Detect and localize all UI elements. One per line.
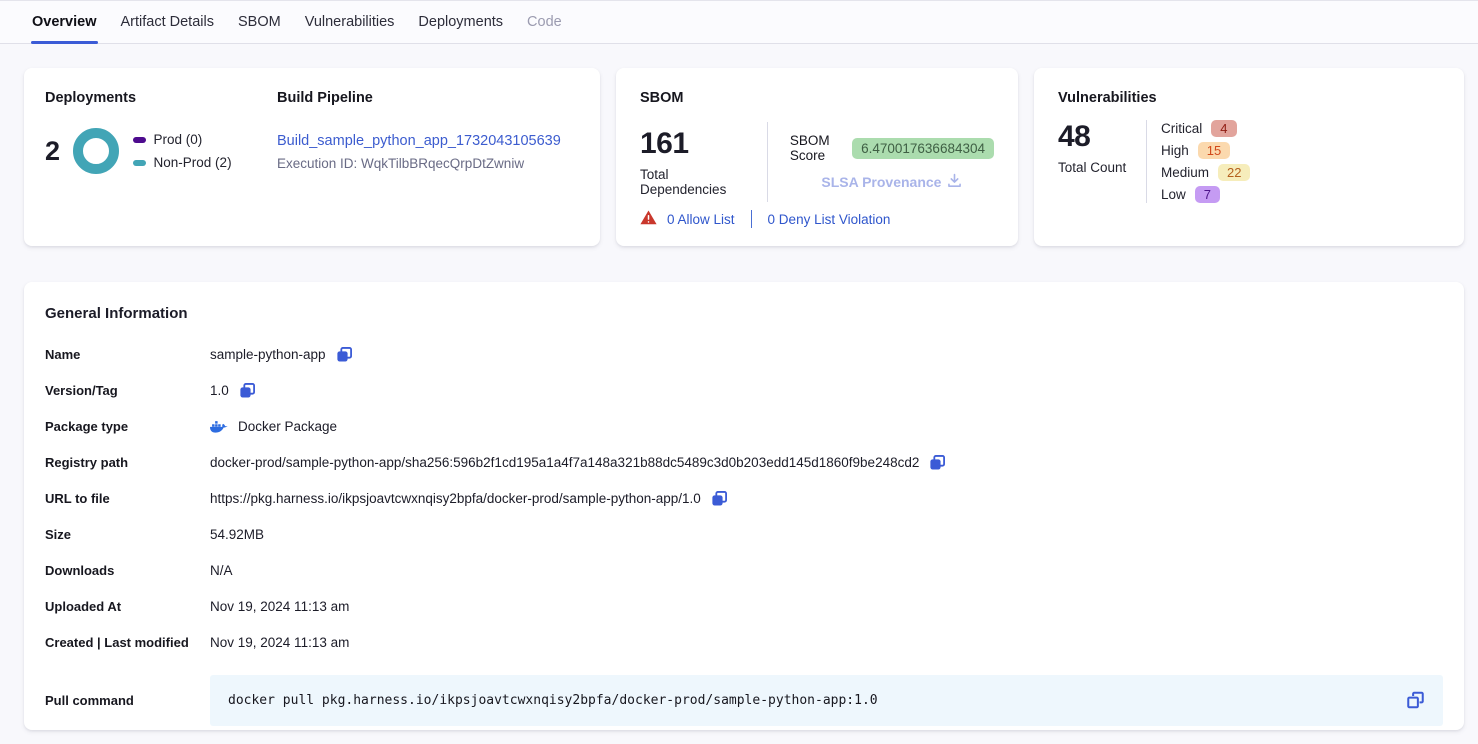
severity-list: Critical 4 High 15 Medium 22 Low 7 [1161, 120, 1250, 203]
sbom-links-separator [751, 210, 752, 228]
build-pipeline-link[interactable]: Build_sample_python_app_1732043105639 [277, 133, 561, 149]
version-tag-value: 1.0 [210, 383, 229, 398]
deployments-card: Deployments 2 Prod (0) Non-Prod (2) Buil… [24, 68, 600, 246]
pull-command-box: docker pull pkg.harness.io/ikpsjoavtcwxn… [210, 675, 1443, 726]
low-count-badge: 7 [1195, 186, 1220, 203]
legend-item-prod: Prod (0) [133, 132, 232, 147]
severity-row-critical: Critical 4 [1161, 120, 1250, 137]
vulnerabilities-total-count: 48 [1058, 120, 1146, 153]
registry-path-value: docker-prod/sample-python-app/sha256:596… [210, 455, 919, 470]
created-modified-value: Nov 19, 2024 11:13 am [210, 635, 349, 650]
critical-label: Critical [1161, 121, 1202, 136]
critical-count-badge: 4 [1211, 120, 1236, 137]
sbom-title: SBOM [640, 90, 994, 106]
slsa-provenance-label: SLSA Provenance [821, 174, 941, 190]
medium-label: Medium [1161, 165, 1209, 180]
tab-artifact-details[interactable]: Artifact Details [109, 1, 226, 43]
vulnerabilities-card: Vulnerabilities 48 Total Count Critical … [1034, 68, 1464, 246]
execution-id-text: Execution ID: WqkTilbBRqecQrpDtZwniw [277, 156, 561, 171]
tab-code[interactable]: Code [515, 1, 574, 43]
sbom-stats: 161 Total Dependencies [640, 127, 745, 197]
name-value: sample-python-app [210, 347, 326, 362]
package-type-value: Docker Package [238, 419, 337, 434]
docker-whale-icon [210, 420, 228, 434]
sbom-total-label: Total Dependencies [640, 167, 745, 197]
download-icon [947, 173, 962, 191]
general-information-card: General Information Name sample-python-a… [24, 282, 1464, 730]
row-size: Size 54.92MB [45, 524, 1443, 545]
legend-item-nonprod: Non-Prod (2) [133, 155, 232, 170]
prod-legend-label: Prod (0) [154, 132, 203, 147]
low-label: Low [1161, 187, 1186, 202]
severity-row-medium: Medium 22 [1161, 164, 1250, 181]
medium-count-badge: 22 [1218, 164, 1250, 181]
vulnerabilities-total-label: Total Count [1058, 160, 1146, 175]
row-package-type: Package type Docker Package [45, 416, 1443, 437]
copy-icon[interactable] [929, 454, 946, 471]
url-to-file-label: URL to file [45, 491, 210, 506]
copy-icon[interactable] [1406, 691, 1425, 710]
row-created-modified: Created | Last modified Nov 19, 2024 11:… [45, 632, 1443, 653]
copy-icon[interactable] [239, 382, 256, 399]
name-label: Name [45, 347, 210, 362]
size-value: 54.92MB [210, 527, 264, 542]
severity-row-high: High 15 [1161, 142, 1250, 159]
registry-path-label: Registry path [45, 455, 210, 470]
copy-icon[interactable] [336, 346, 353, 363]
row-downloads: Downloads N/A [45, 560, 1443, 581]
deny-list-violation-link[interactable]: 0 Deny List Violation [768, 212, 891, 227]
copy-icon[interactable] [711, 490, 728, 507]
general-information-title: General Information [45, 305, 1443, 322]
row-version-tag: Version/Tag 1.0 [45, 380, 1443, 401]
tab-bar: Overview Artifact Details SBOM Vulnerabi… [0, 0, 1478, 44]
package-type-label: Package type [45, 419, 210, 434]
nonprod-legend-dot [133, 160, 146, 166]
row-name: Name sample-python-app [45, 344, 1443, 365]
sbom-total-dependencies-count: 161 [640, 127, 745, 160]
deployments-legend: Prod (0) Non-Prod (2) [133, 132, 232, 170]
vulnerabilities-divider [1146, 120, 1147, 203]
pull-command-label: Pull command [45, 693, 210, 708]
sbom-score-badge: 6.470017636684304 [852, 138, 994, 159]
row-registry-path: Registry path docker-prod/sample-python-… [45, 452, 1443, 473]
slsa-provenance-link[interactable]: SLSA Provenance [821, 173, 962, 191]
prod-legend-dot [133, 137, 146, 143]
sbom-card: SBOM 161 Total Dependencies SBOM Score 6… [616, 68, 1018, 246]
build-pipeline-section: Build Pipeline Build_sample_python_app_1… [277, 90, 561, 224]
summary-cards-row: Deployments 2 Prod (0) Non-Prod (2) Buil… [0, 44, 1478, 246]
row-pull-command: Pull command docker pull pkg.harness.io/… [45, 675, 1443, 726]
row-url-to-file: URL to file https://pkg.harness.io/ikpsj… [45, 488, 1443, 509]
vulnerabilities-stats: 48 Total Count [1058, 120, 1146, 203]
uploaded-at-label: Uploaded At [45, 599, 210, 614]
deployments-section: Deployments 2 Prod (0) Non-Prod (2) [45, 90, 277, 224]
deployments-title: Deployments [45, 90, 277, 106]
version-tag-label: Version/Tag [45, 383, 210, 398]
tab-deployments[interactable]: Deployments [406, 1, 515, 43]
sbom-score-label: SBOM Score [790, 133, 842, 163]
pull-command-text: docker pull pkg.harness.io/ikpsjoavtcwxn… [228, 693, 878, 708]
downloads-label: Downloads [45, 563, 210, 578]
high-count-badge: 15 [1198, 142, 1230, 159]
created-modified-label: Created | Last modified [45, 635, 210, 650]
size-label: Size [45, 527, 210, 542]
tab-sbom[interactable]: SBOM [226, 1, 293, 43]
deployments-donut-chart [73, 128, 119, 174]
sbom-divider [767, 122, 768, 202]
allow-list-link[interactable]: 0 Allow List [667, 212, 735, 227]
warning-triangle-icon [640, 210, 657, 228]
uploaded-at-value: Nov 19, 2024 11:13 am [210, 599, 349, 614]
vulnerabilities-title: Vulnerabilities [1058, 90, 1440, 106]
url-to-file-value: https://pkg.harness.io/ikpsjoavtcwxnqisy… [210, 491, 701, 506]
tab-vulnerabilities[interactable]: Vulnerabilities [293, 1, 407, 43]
nonprod-legend-label: Non-Prod (2) [154, 155, 232, 170]
row-uploaded-at: Uploaded At Nov 19, 2024 11:13 am [45, 596, 1443, 617]
downloads-value: N/A [210, 563, 233, 578]
deployments-total-count: 2 [45, 136, 60, 167]
high-label: High [1161, 143, 1189, 158]
tab-overview[interactable]: Overview [20, 1, 109, 43]
severity-row-low: Low 7 [1161, 186, 1250, 203]
build-pipeline-title: Build Pipeline [277, 90, 561, 106]
